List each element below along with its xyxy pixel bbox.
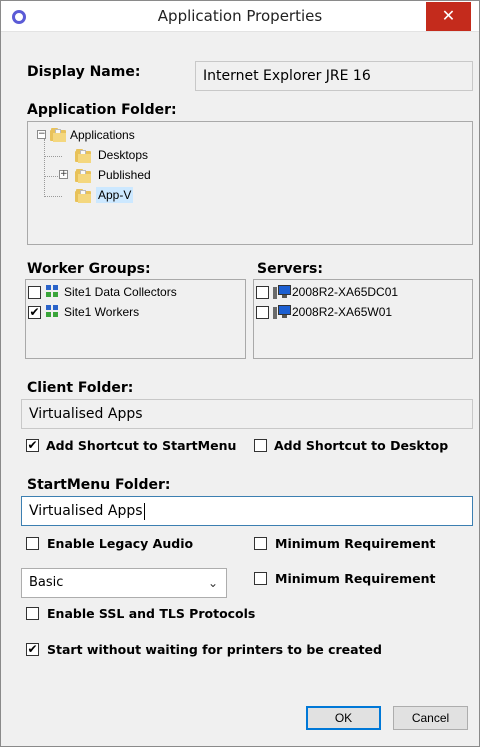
server-w01[interactable]: 2008R2-XA65W01 xyxy=(292,305,392,319)
cancel-button[interactable]: Cancel xyxy=(393,706,468,730)
client-folder-label: Client Folder: xyxy=(27,380,134,396)
printers-checkbox[interactable]: ✔ xyxy=(26,643,39,656)
startmenu-folder-field[interactable]: Virtualised Apps xyxy=(21,496,473,526)
tree-expand-toggle[interactable]: + xyxy=(59,170,68,179)
printers-label[interactable]: Start without waiting for printers to be… xyxy=(47,642,382,657)
servers-list[interactable]: 2008R2-XA65DC01 2008R2-XA65W01 xyxy=(253,279,473,359)
display-name-label: Display Name: xyxy=(27,64,141,80)
worker-group-checkbox-workers[interactable]: ✔ xyxy=(28,306,41,319)
display-name-field[interactable]: Internet Explorer JRE 16 xyxy=(195,61,473,91)
startmenu-shortcut-checkbox[interactable]: ✔ xyxy=(26,439,39,452)
server-checkbox-dc01[interactable] xyxy=(256,286,269,299)
server-icon xyxy=(273,285,291,299)
close-button[interactable]: ✕ xyxy=(426,2,471,31)
min-requirement-checkbox-2[interactable] xyxy=(254,572,267,585)
legacy-audio-checkbox[interactable] xyxy=(26,537,39,550)
min-requirement-checkbox-1[interactable] xyxy=(254,537,267,550)
application-folder-label: Application Folder: xyxy=(27,102,177,118)
ssl-tls-checkbox[interactable] xyxy=(26,607,39,620)
application-folder-tree[interactable]: − Applications Desktops + Published App-… xyxy=(27,121,473,245)
color-depth-value: Basic xyxy=(29,575,64,590)
tree-node-app-v[interactable]: App-V xyxy=(96,187,134,203)
folder-icon xyxy=(75,149,91,163)
worker-group-data-collectors[interactable]: Site1 Data Collectors xyxy=(64,285,177,299)
server-checkbox-w01[interactable] xyxy=(256,306,269,319)
application-properties-dialog: Application Properties ✕ Display Name: I… xyxy=(0,0,480,747)
min-requirement-label-2[interactable]: Minimum Requirement xyxy=(275,571,435,586)
title-bar: Application Properties ✕ xyxy=(1,1,479,32)
color-depth-select[interactable]: Basic ⌄ xyxy=(21,568,227,598)
ok-button[interactable]: OK xyxy=(306,706,381,730)
ssl-tls-label[interactable]: Enable SSL and TLS Protocols xyxy=(47,606,255,621)
servers-label: Servers: xyxy=(257,261,323,277)
worker-group-icon xyxy=(46,285,60,299)
worker-group-icon xyxy=(46,305,60,319)
tree-collapse-toggle[interactable]: − xyxy=(37,130,46,139)
server-icon xyxy=(273,305,291,319)
worker-groups-label: Worker Groups: xyxy=(27,261,151,277)
folder-icon xyxy=(75,189,91,203)
min-requirement-label-1[interactable]: Minimum Requirement xyxy=(275,536,435,551)
tree-node-published[interactable]: Published xyxy=(98,168,151,182)
desktop-shortcut-checkbox[interactable] xyxy=(254,439,267,452)
startmenu-shortcut-label[interactable]: Add Shortcut to StartMenu xyxy=(46,438,236,453)
server-dc01[interactable]: 2008R2-XA65DC01 xyxy=(292,285,398,299)
chevron-down-icon: ⌄ xyxy=(207,576,218,590)
tree-node-desktops[interactable]: Desktops xyxy=(98,148,148,162)
window-title: Application Properties xyxy=(157,7,323,25)
worker-group-checkbox-data-collectors[interactable] xyxy=(28,286,41,299)
startmenu-folder-label: StartMenu Folder: xyxy=(27,477,171,493)
desktop-shortcut-label[interactable]: Add Shortcut to Desktop xyxy=(274,438,448,453)
worker-group-workers[interactable]: Site1 Workers xyxy=(64,305,139,319)
tree-node-applications[interactable]: Applications xyxy=(70,128,135,142)
legacy-audio-label[interactable]: Enable Legacy Audio xyxy=(47,536,193,551)
folder-icon xyxy=(75,169,91,183)
worker-groups-list[interactable]: Site1 Data Collectors ✔ Site1 Workers xyxy=(25,279,246,359)
text-caret xyxy=(143,502,145,520)
startmenu-folder-value: Virtualised Apps xyxy=(29,503,143,519)
client-folder-field[interactable]: Virtualised Apps xyxy=(21,399,473,429)
folder-icon xyxy=(50,128,66,142)
